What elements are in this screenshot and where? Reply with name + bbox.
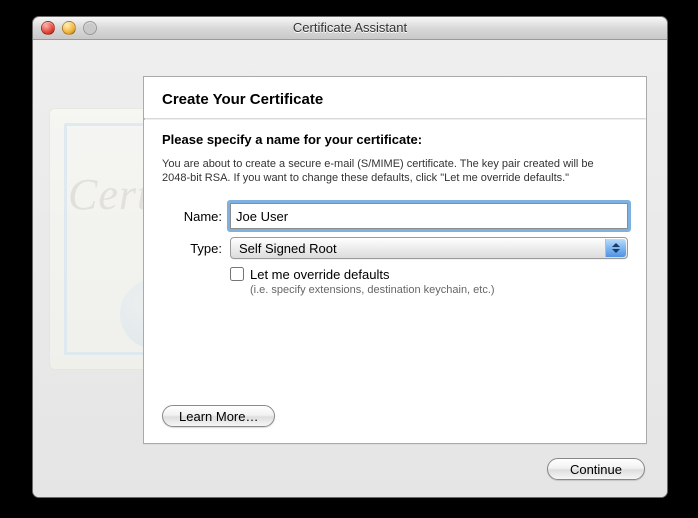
override-row: Let me override defaults bbox=[230, 267, 628, 283]
name-row: Name: bbox=[162, 203, 628, 229]
select-stepper-icon bbox=[605, 239, 626, 257]
certificate-type-select[interactable]: Self Signed Root bbox=[230, 237, 628, 259]
learn-more-button[interactable]: Learn More… bbox=[162, 405, 275, 427]
override-defaults-sublabel: (i.e. specify extensions, destination ke… bbox=[250, 284, 628, 296]
type-select-value: Self Signed Root bbox=[239, 241, 337, 256]
window-body: Certif Create Your Certificate Please sp… bbox=[33, 40, 667, 498]
window-title: Certificate Assistant bbox=[33, 17, 667, 39]
main-panel: Create Your Certificate Please specify a… bbox=[143, 76, 647, 444]
name-label: Name: bbox=[162, 209, 222, 224]
certificate-name-input[interactable] bbox=[230, 203, 628, 229]
certificate-assistant-window: Certificate Assistant Certif Create Your… bbox=[32, 16, 668, 498]
description-text: You are about to create a secure e-mail … bbox=[162, 157, 602, 185]
type-row: Type: Self Signed Root bbox=[162, 237, 628, 259]
continue-button[interactable]: Continue bbox=[547, 458, 645, 480]
titlebar: Certificate Assistant bbox=[33, 17, 667, 40]
type-label: Type: bbox=[162, 241, 222, 256]
instruction-text: Please specify a name for your certifica… bbox=[162, 132, 628, 147]
type-select-wrap: Self Signed Root bbox=[230, 237, 628, 259]
footer: Continue bbox=[547, 458, 645, 480]
override-defaults-checkbox[interactable] bbox=[230, 267, 244, 281]
override-defaults-label: Let me override defaults bbox=[250, 267, 389, 283]
panel-heading: Create Your Certificate bbox=[144, 77, 646, 118]
